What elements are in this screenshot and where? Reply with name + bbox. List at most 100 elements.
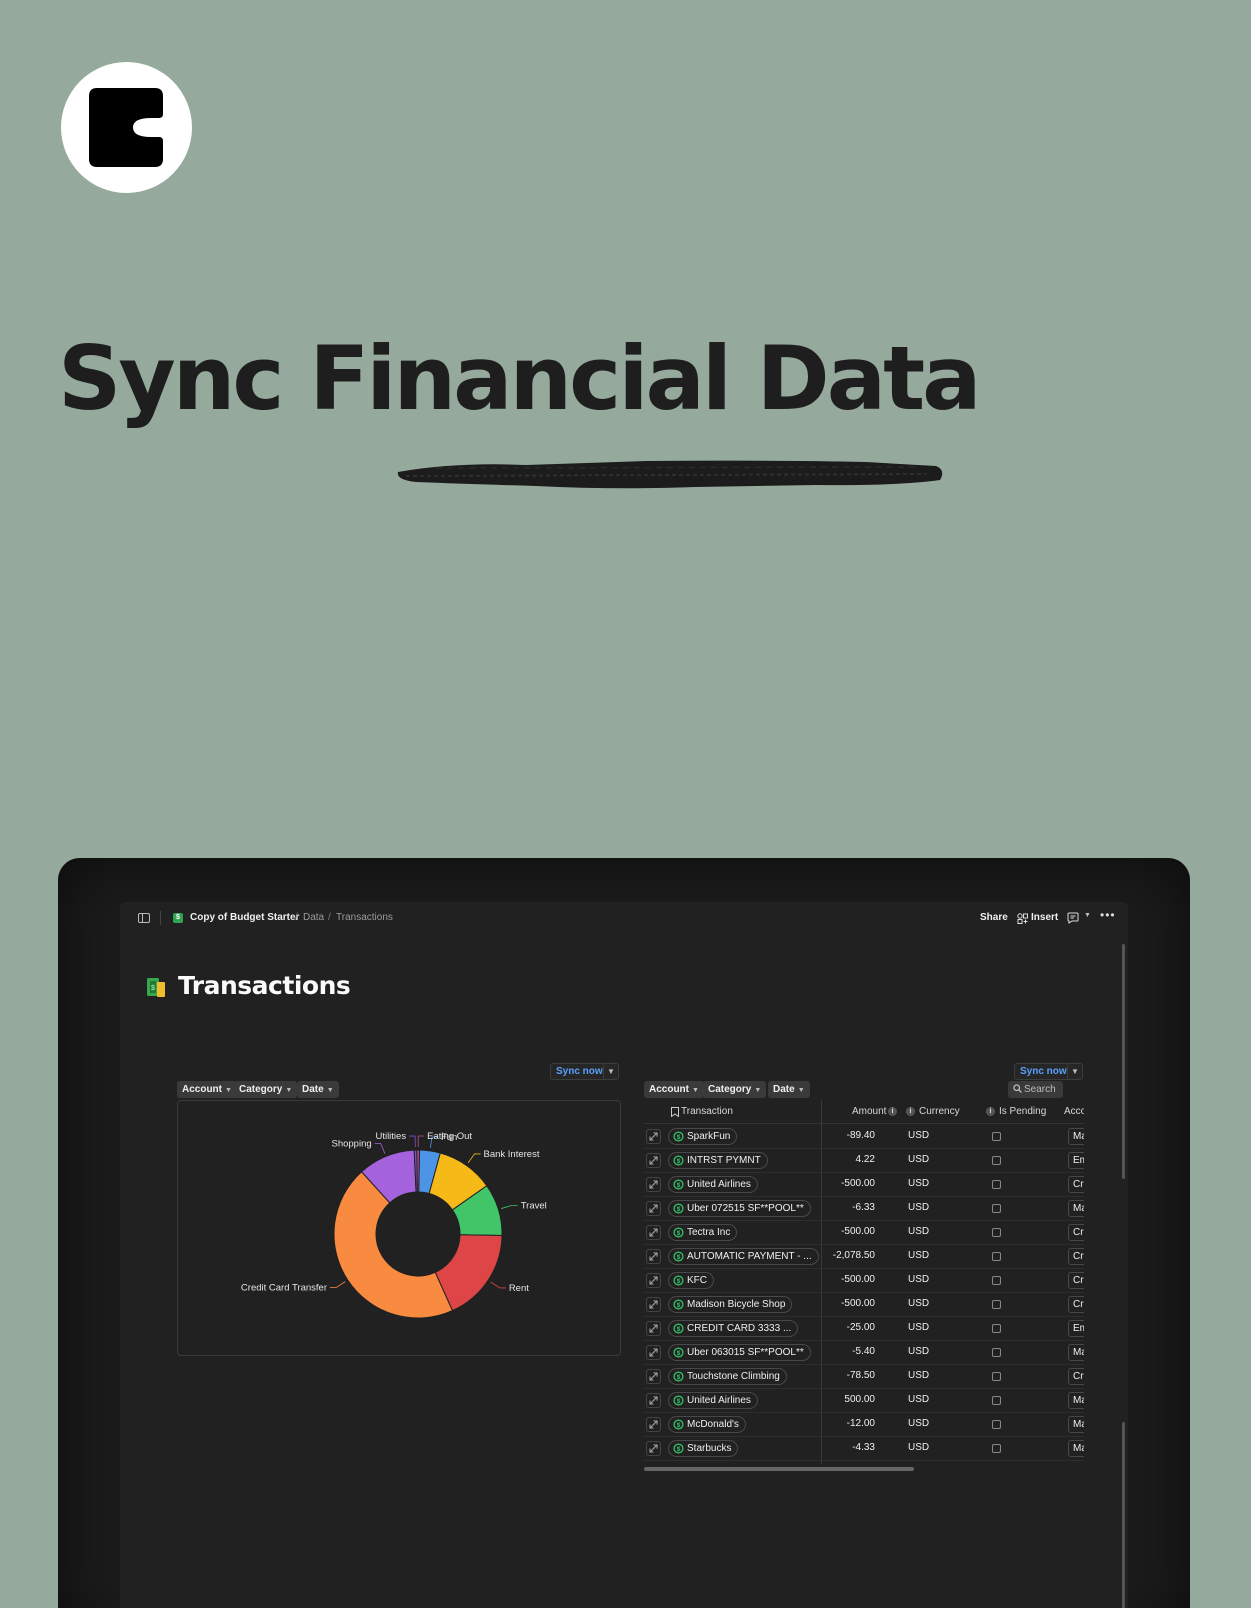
column-account[interactable]: Acco	[1064, 1106, 1084, 1117]
account-chip[interactable]: Ma	[1068, 1200, 1084, 1217]
expand-row-icon[interactable]	[646, 1249, 661, 1264]
pending-checkbox[interactable]	[992, 1420, 1001, 1429]
pending-checkbox[interactable]	[992, 1132, 1001, 1141]
vertical-scrollbar-track[interactable]	[1122, 1422, 1125, 1608]
pending-checkbox[interactable]	[992, 1156, 1001, 1165]
transaction-chip[interactable]: $ Uber 072515 SF**POOL**	[668, 1200, 811, 1217]
expand-row-icon[interactable]	[646, 1345, 661, 1360]
transaction-chip[interactable]: $ Starbucks	[668, 1440, 739, 1457]
filter-date[interactable]: Date ▼	[768, 1081, 810, 1098]
transaction-chip[interactable]: $ McDonald's	[668, 1416, 746, 1433]
pending-checkbox[interactable]	[992, 1348, 1001, 1357]
table-row[interactable]: $ Uber 063015 SF**POOL** -5.40 USD Ma	[644, 1341, 1084, 1365]
account-chip[interactable]: Ma	[1068, 1440, 1084, 1457]
sync-dropdown-chevron-icon[interactable]: ▼	[603, 1063, 619, 1080]
expand-row-icon[interactable]	[646, 1273, 661, 1288]
transaction-chip[interactable]: $ CREDIT CARD 3333 ...	[668, 1320, 799, 1337]
table-row[interactable]: $ KFC -500.00 USD Cre	[644, 1269, 1084, 1293]
table-row[interactable]: $ United Airlines -500.00 USD Cre	[644, 1173, 1084, 1197]
pending-checkbox[interactable]	[992, 1276, 1001, 1285]
table-row[interactable]: $ Starbucks -4.33 USD Ma	[644, 1437, 1084, 1461]
column-currency[interactable]: Currency	[919, 1106, 960, 1117]
expand-row-icon[interactable]	[646, 1129, 661, 1144]
account-chip[interactable]: Ma	[1068, 1392, 1084, 1409]
table-row[interactable]: $ Uber 072515 SF**POOL** -6.33 USD Ma	[644, 1197, 1084, 1221]
horizontal-scrollbar[interactable]	[644, 1467, 914, 1471]
expand-row-icon[interactable]	[646, 1393, 661, 1408]
pending-checkbox[interactable]	[992, 1372, 1001, 1381]
table-row[interactable]: $ Touchstone Climbing -78.50 USD Cre	[644, 1365, 1084, 1389]
table-row[interactable]: $ SparkFun -89.40 USD Ma	[644, 1125, 1084, 1149]
breadcrumb-transactions[interactable]: Transactions	[336, 912, 393, 923]
column-transaction[interactable]: Transaction	[681, 1106, 733, 1117]
account-chip[interactable]: Em	[1068, 1152, 1084, 1169]
insert-button[interactable]: Insert	[1031, 912, 1058, 923]
expand-row-icon[interactable]	[646, 1201, 661, 1216]
more-options-icon[interactable]: •••	[1100, 908, 1116, 922]
breadcrumb-doc[interactable]: Copy of Budget Starter	[190, 912, 299, 923]
filter-date[interactable]: Date ▼	[297, 1081, 339, 1098]
transaction-chip[interactable]: $ United Airlines	[668, 1392, 758, 1409]
expand-row-icon[interactable]	[646, 1177, 661, 1192]
pending-checkbox[interactable]	[992, 1180, 1001, 1189]
search-input[interactable]: Search	[1008, 1081, 1063, 1098]
filter-category[interactable]: Category ▼	[234, 1081, 298, 1098]
filter-account[interactable]: Account ▼	[644, 1081, 704, 1098]
table-row[interactable]: $ United Airlines 500.00 USD Ma	[644, 1389, 1084, 1413]
pending-checkbox[interactable]	[992, 1204, 1001, 1213]
column-amount[interactable]: Amount	[852, 1106, 886, 1117]
expand-row-icon[interactable]	[646, 1417, 661, 1432]
pending-checkbox[interactable]	[992, 1228, 1001, 1237]
transaction-chip[interactable]: $ INTRST PYMNT	[668, 1152, 768, 1169]
table-row[interactable]: $ AUTOMATIC PAYMENT - ... -2,078.50 USD Cre	[644, 1245, 1084, 1269]
table-row[interactable]: $ McDonald's -12.00 USD Ma	[644, 1413, 1084, 1437]
amount-cell: 4.22	[855, 1154, 875, 1165]
account-chip[interactable]: Cre	[1068, 1248, 1084, 1265]
pending-checkbox[interactable]	[992, 1252, 1001, 1261]
expand-row-icon[interactable]	[646, 1369, 661, 1384]
sync-now-button[interactable]: Sync now	[1014, 1063, 1073, 1080]
sidebar-toggle-icon[interactable]	[138, 913, 150, 923]
comments-chevron-icon[interactable]: ▼	[1084, 912, 1091, 919]
table-row[interactable]: $ CREDIT CARD 3333 ... -25.00 USD Em	[644, 1317, 1084, 1341]
breadcrumb-data[interactable]: Data	[303, 912, 324, 923]
expand-row-icon[interactable]	[646, 1441, 661, 1456]
comments-icon[interactable]	[1067, 912, 1079, 924]
account-chip[interactable]: Cre	[1068, 1368, 1084, 1385]
expand-row-icon[interactable]	[646, 1321, 661, 1336]
transaction-chip[interactable]: $ Touchstone Climbing	[668, 1368, 787, 1385]
share-button[interactable]: Share	[980, 912, 1008, 923]
pending-checkbox[interactable]	[992, 1396, 1001, 1405]
expand-row-icon[interactable]	[646, 1153, 661, 1168]
account-chip[interactable]: Cre	[1068, 1272, 1084, 1289]
column-is-pending[interactable]: Is Pending	[999, 1106, 1046, 1117]
table-row[interactable]: $ INTRST PYMNT 4.22 USD Em	[644, 1149, 1084, 1173]
transaction-chip[interactable]: $ KFC	[668, 1272, 714, 1289]
transaction-chip[interactable]: $ AUTOMATIC PAYMENT - ...	[668, 1248, 819, 1265]
transaction-chip[interactable]: $ Tectra Inc	[668, 1224, 738, 1241]
filter-account[interactable]: Account ▼	[177, 1081, 237, 1098]
account-chip[interactable]: Em	[1068, 1320, 1084, 1337]
sync-dropdown-chevron-icon[interactable]: ▼	[1067, 1063, 1083, 1080]
donut-slice-eating-out[interactable]	[416, 1149, 420, 1193]
transaction-chip[interactable]: $ United Airlines	[668, 1176, 758, 1193]
transaction-chip[interactable]: $ Uber 063015 SF**POOL**	[668, 1344, 811, 1361]
expand-row-icon[interactable]	[646, 1297, 661, 1312]
account-chip[interactable]: Ma	[1068, 1416, 1084, 1433]
account-chip[interactable]: Ma	[1068, 1128, 1084, 1145]
filter-category[interactable]: Category ▼	[703, 1081, 767, 1098]
pending-checkbox[interactable]	[992, 1324, 1001, 1333]
pending-checkbox[interactable]	[992, 1444, 1001, 1453]
account-chip[interactable]: Ma	[1068, 1344, 1084, 1361]
pending-checkbox[interactable]	[992, 1300, 1001, 1309]
sync-now-button[interactable]: Sync now	[550, 1063, 609, 1080]
transaction-chip[interactable]: $ Madison Bicycle Shop	[668, 1296, 793, 1313]
table-row[interactable]: $ Tectra Inc -500.00 USD Cre	[644, 1221, 1084, 1245]
account-chip[interactable]: Cre	[1068, 1176, 1084, 1193]
transaction-chip[interactable]: $ SparkFun	[668, 1128, 738, 1145]
account-chip[interactable]: Cre	[1068, 1224, 1084, 1241]
vertical-scrollbar[interactable]	[1122, 944, 1125, 1179]
table-row[interactable]: $ Madison Bicycle Shop -500.00 USD Cre	[644, 1293, 1084, 1317]
expand-row-icon[interactable]	[646, 1225, 661, 1240]
account-chip[interactable]: Cre	[1068, 1296, 1084, 1313]
